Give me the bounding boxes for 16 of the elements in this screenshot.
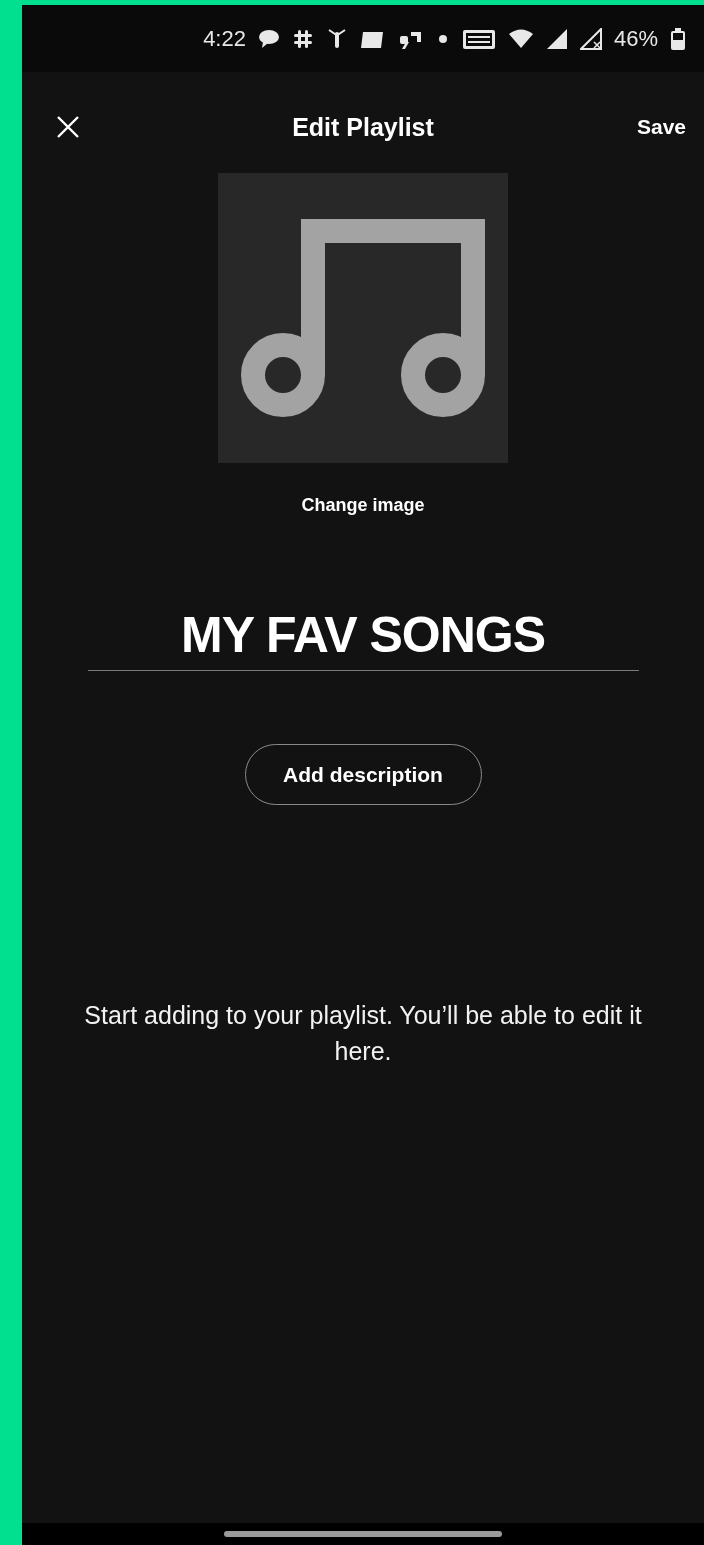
chat-icon [257, 27, 280, 50]
playlist-name-field[interactable]: MY FAV SONGS [87, 606, 639, 671]
change-image-link[interactable]: Change image [301, 495, 425, 516]
save-button[interactable]: Save [636, 115, 686, 139]
page-title: Edit Playlist [292, 112, 434, 141]
music-note-icon [241, 219, 485, 417]
signal-icon [545, 27, 568, 50]
hash-icon [291, 27, 314, 50]
status-time: 4:22 [203, 25, 246, 52]
empty-playlist-message: Start adding to your playlist. You’ll be able to edit it here. [83, 1000, 643, 1068]
close-button[interactable] [56, 115, 80, 139]
wifi-icon [507, 27, 534, 50]
cover-placeholder[interactable] [218, 173, 508, 463]
battery-icon [670, 27, 686, 50]
battery-percentage: 46% [613, 25, 658, 52]
no-signal-icon [579, 27, 602, 50]
